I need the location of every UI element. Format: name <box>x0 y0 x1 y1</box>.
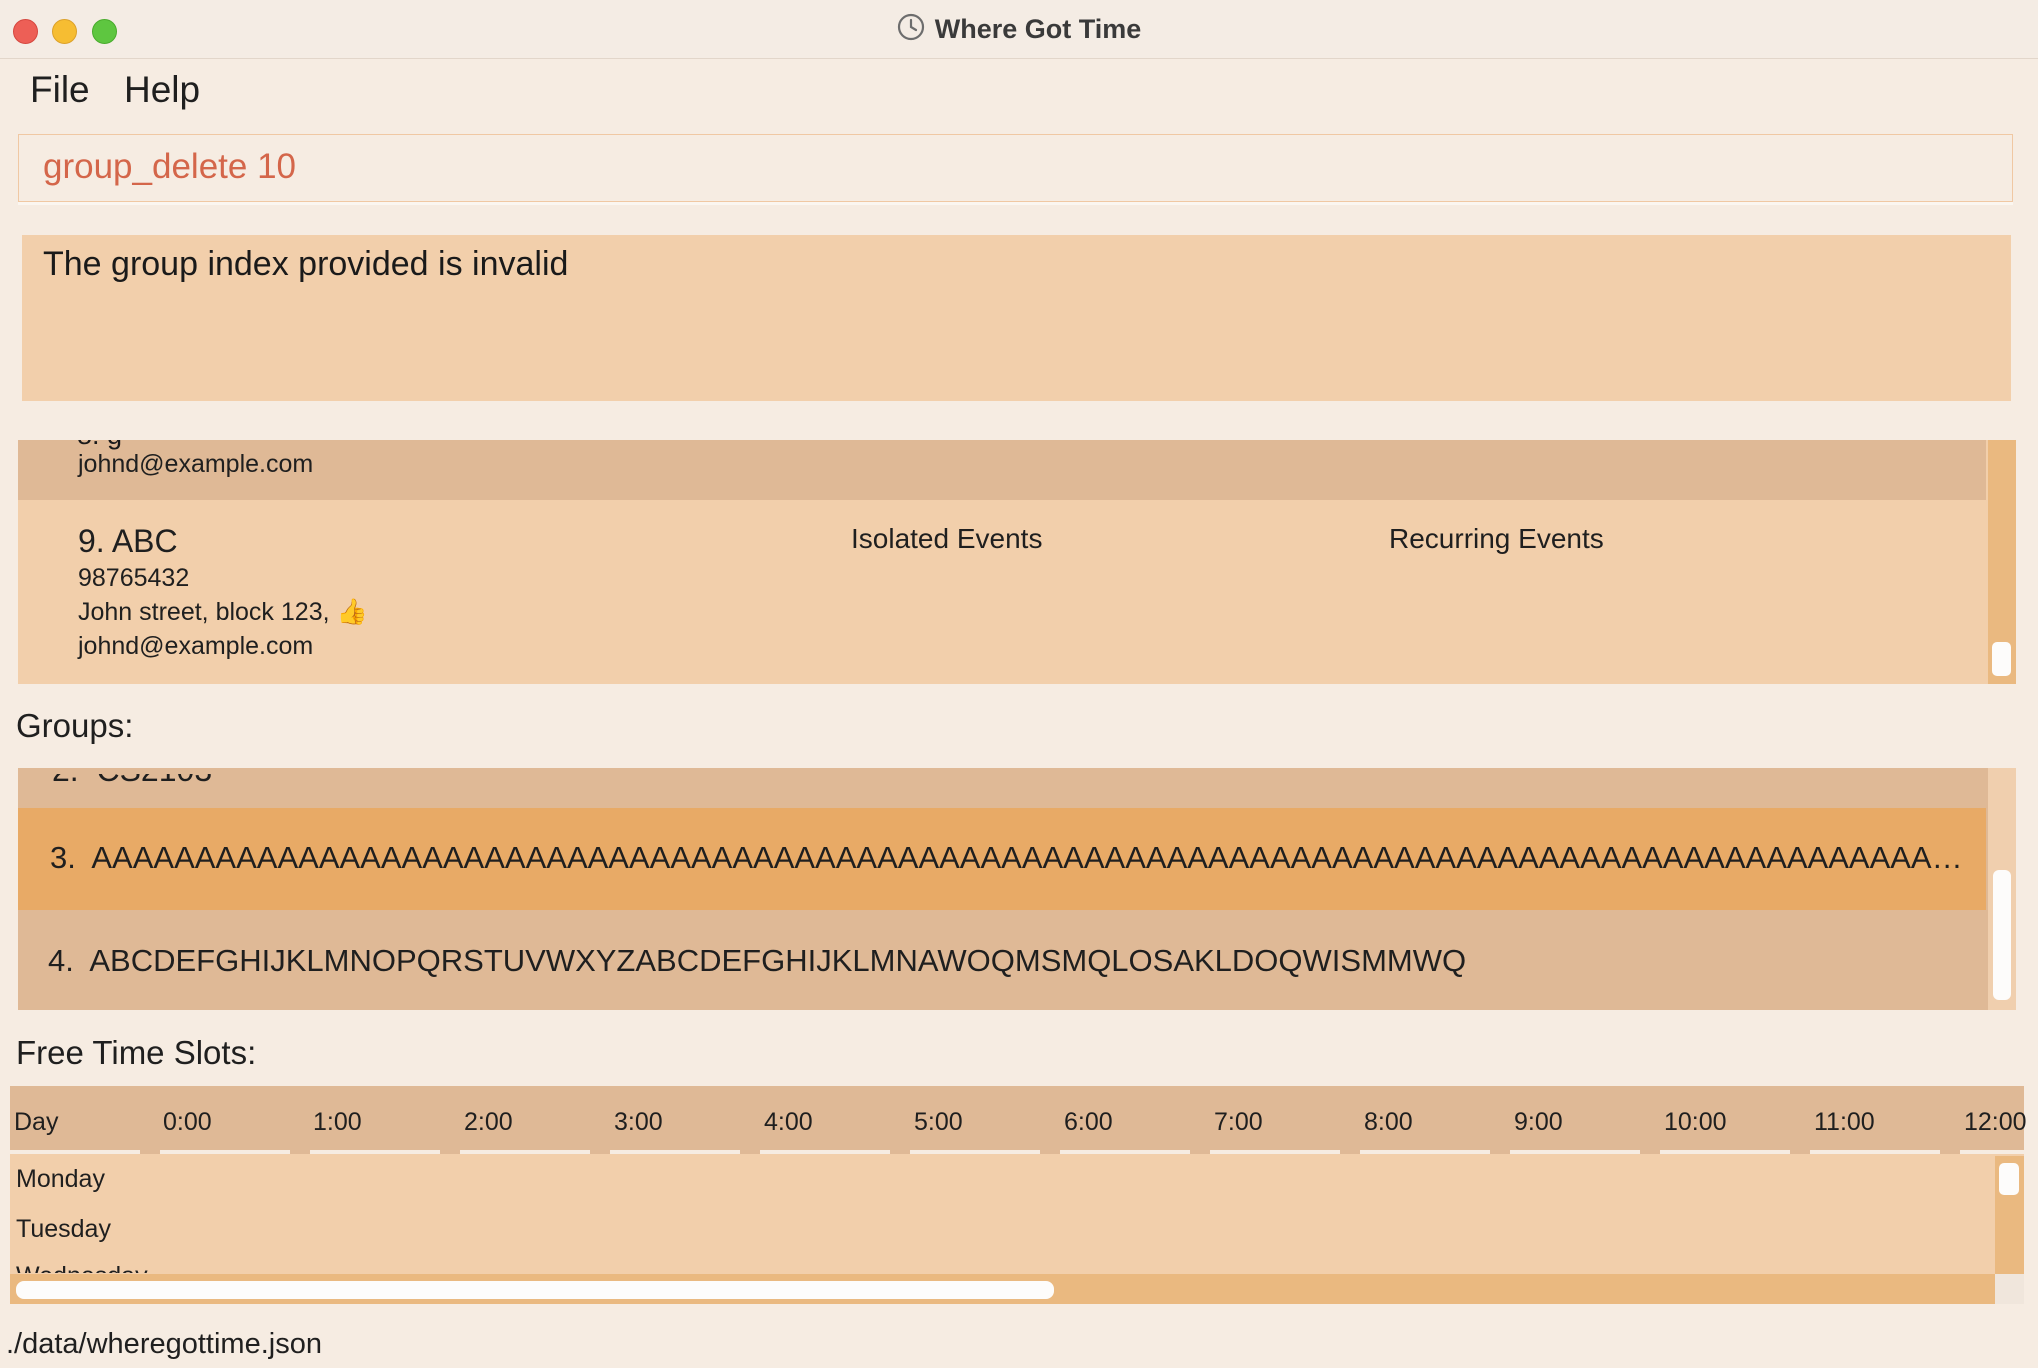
header-underline <box>610 1150 740 1154</box>
column-header-0800[interactable]: 8:00 <box>1364 1108 1413 1137</box>
header-underline <box>1360 1150 1490 1154</box>
person-name: 8. g <box>77 420 123 450</box>
column-header-1000[interactable]: 10:00 <box>1664 1108 1727 1137</box>
table-row-day: Monday <box>16 1165 105 1193</box>
header-underline <box>1210 1150 1340 1154</box>
column-header-0100[interactable]: 1:00 <box>313 1108 362 1137</box>
table-body <box>10 1156 1995 1274</box>
header-underline <box>310 1150 440 1154</box>
column-header-0000[interactable]: 0:00 <box>163 1108 212 1137</box>
person-phone: 98765432 <box>78 564 190 592</box>
table-horizontal-scroll-thumb[interactable] <box>16 1281 1054 1299</box>
person-address: John street, block 123, 👍 <box>78 598 368 626</box>
menu-help[interactable]: Help <box>124 69 200 111</box>
result-message: The group index provided is invalid <box>43 245 569 283</box>
person-email: johnd@example.com <box>78 632 314 660</box>
column-header-0400[interactable]: 4:00 <box>764 1108 813 1137</box>
group-item-text: 4. ABCDEFGHIJKLMNOPQRSTUVWXYZABCDEFGHIJK… <box>48 943 1467 978</box>
table-vertical-scroll-thumb[interactable] <box>1999 1163 2019 1195</box>
menu-bar <box>0 59 2038 125</box>
person-email: johnd@example.com <box>78 450 314 478</box>
header-underline <box>460 1150 590 1154</box>
column-header-1100[interactable]: 11:00 <box>1814 1108 1875 1137</box>
group-item[interactable] <box>18 768 1986 806</box>
window-title-area: Where Got Time <box>0 0 2038 58</box>
recurring-events-label: Recurring Events <box>1389 523 1604 554</box>
header-underline <box>1510 1150 1640 1154</box>
isolated-events-label: Isolated Events <box>851 523 1043 554</box>
table-row-day: Tuesday <box>16 1215 111 1243</box>
column-header-0600[interactable]: 6:00 <box>1064 1108 1113 1137</box>
header-underline <box>10 1150 140 1154</box>
groups-heading: Groups: <box>16 707 134 744</box>
column-header-0200[interactable]: 2:00 <box>464 1108 513 1137</box>
command-box <box>18 134 2013 202</box>
free-time-heading: Free Time Slots: <box>16 1034 257 1071</box>
person-name: 9. ABC <box>78 523 178 559</box>
column-header-0700[interactable]: 7:00 <box>1214 1108 1263 1137</box>
column-header-0300[interactable]: 3:00 <box>614 1108 663 1137</box>
header-underline <box>910 1150 1040 1154</box>
column-header-0900[interactable]: 9:00 <box>1514 1108 1563 1137</box>
group-item-text: 3. AAAAAAAAAAAAAAAAAAAAAAAAAAAAAAAAAAAAA… <box>50 840 1965 875</box>
clock-icon <box>897 13 925 46</box>
header-underline <box>1960 1150 2024 1154</box>
window-title: Where Got Time <box>934 13 1142 44</box>
menu-file[interactable]: File <box>30 69 90 111</box>
column-header-day[interactable]: Day <box>14 1108 58 1137</box>
header-underline <box>760 1150 890 1154</box>
command-input[interactable] <box>43 147 1943 187</box>
column-header-1200[interactable]: 12:00 <box>1964 1108 2027 1137</box>
save-file-path: ./data/wheregottime.json <box>6 1328 322 1360</box>
header-underline <box>160 1150 290 1154</box>
header-underline <box>1660 1150 1790 1154</box>
person-list-scroll-thumb[interactable] <box>1992 642 2011 676</box>
column-header-0500[interactable]: 5:00 <box>914 1108 963 1137</box>
header-underline <box>1060 1150 1190 1154</box>
scrollbar-corner <box>1995 1274 2024 1304</box>
command-underline <box>18 202 2013 205</box>
header-underline <box>1810 1150 1940 1154</box>
group-list-scroll-thumb[interactable] <box>1993 870 2011 1000</box>
